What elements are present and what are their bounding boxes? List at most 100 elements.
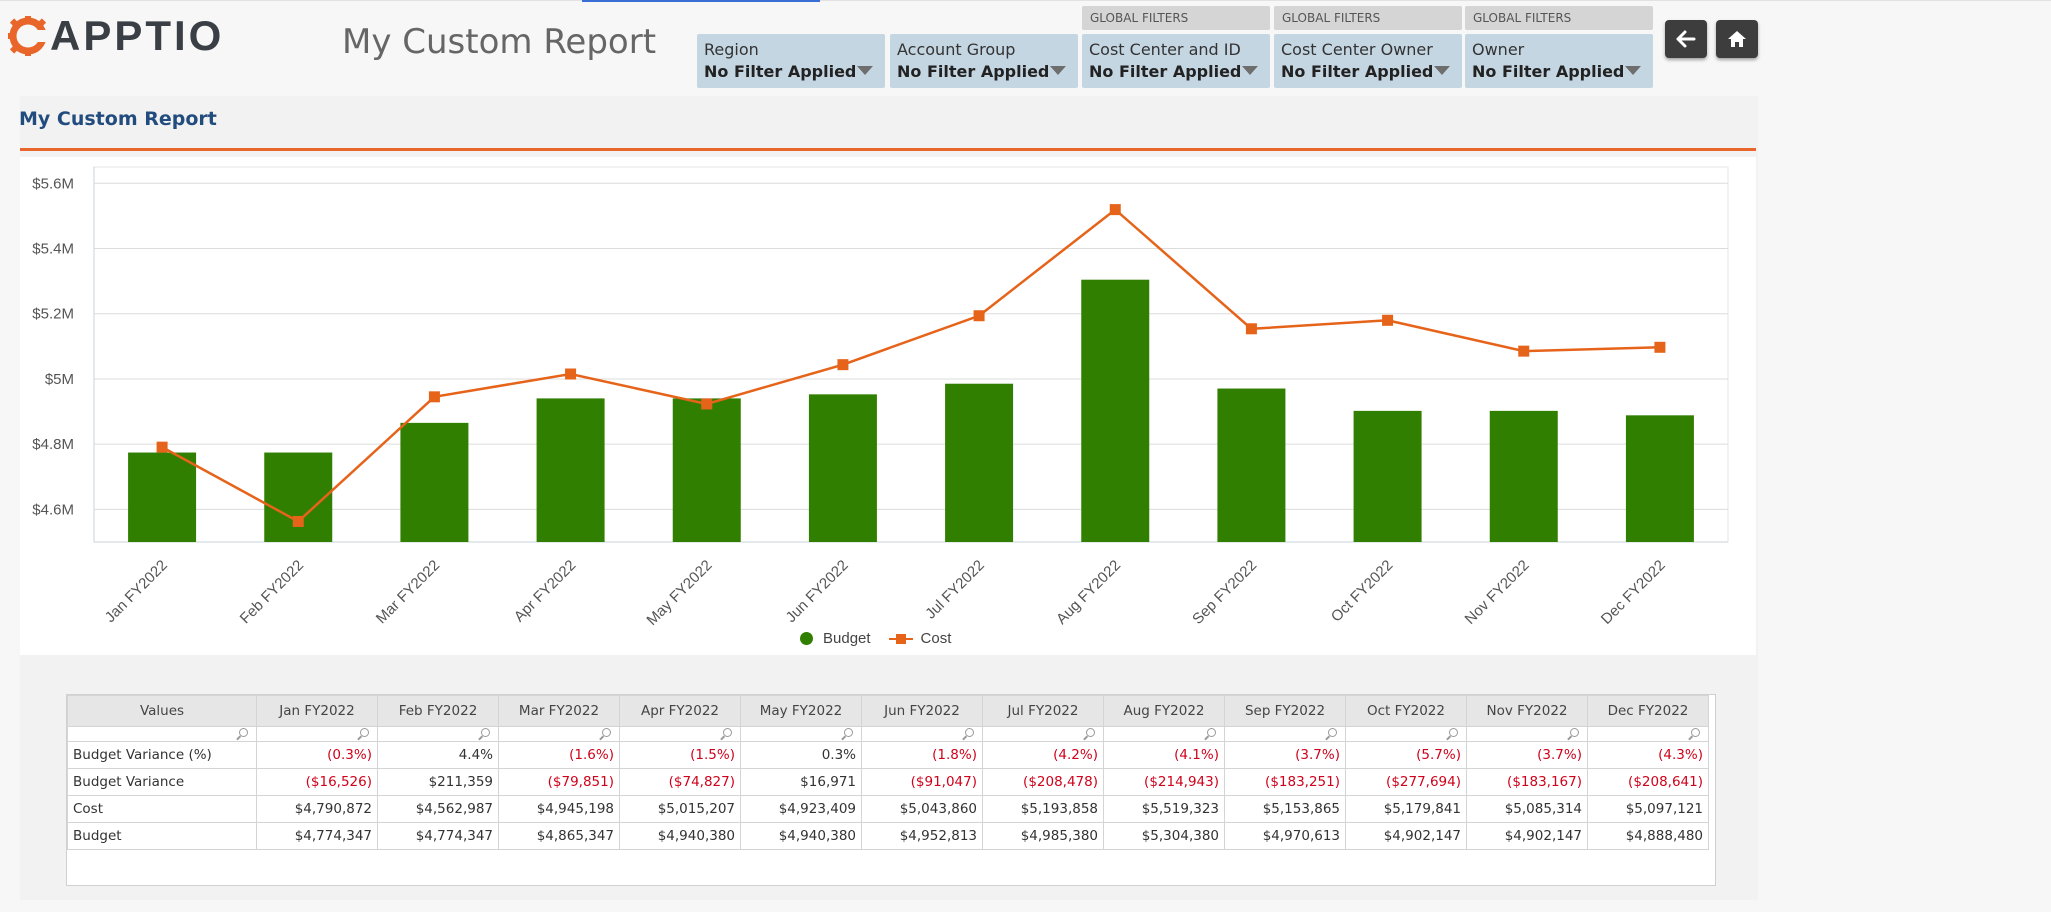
column-header[interactable]: Oct FY2022 (1345, 695, 1467, 727)
search-icon[interactable] (1449, 728, 1458, 737)
filter-value: No Filter Applied (1089, 62, 1242, 81)
column-search-cell[interactable] (1587, 726, 1709, 742)
budget-bar[interactable] (400, 422, 469, 542)
cost-point[interactable] (1245, 323, 1257, 335)
row-label: Budget Variance (%) (67, 741, 257, 769)
budget-bar[interactable] (536, 398, 605, 542)
cost-point[interactable] (701, 398, 713, 410)
column-header[interactable]: Nov FY2022 (1466, 695, 1588, 727)
search-icon[interactable] (1328, 728, 1337, 737)
column-header[interactable]: Jun FY2022 (861, 695, 983, 727)
x-tick-label: Aug FY2022 (1053, 557, 1124, 628)
budget-bar[interactable] (264, 452, 333, 542)
budget-bar[interactable] (672, 398, 741, 542)
chevron-down-icon[interactable] (1050, 66, 1066, 75)
column-search-cell[interactable] (1345, 726, 1467, 742)
budget-bar[interactable] (1489, 410, 1558, 542)
cost-point[interactable] (292, 515, 304, 527)
filter-label: Region (704, 40, 759, 59)
cost-point[interactable] (973, 310, 985, 322)
filter-label: Owner (1472, 40, 1525, 59)
table-row: Budget Variance ($16,526) $211,359 ($79,851… (67, 768, 1709, 796)
column-header[interactable]: Apr FY2022 (619, 695, 741, 727)
table-cell: (3.7%) (1224, 741, 1346, 769)
budget-bar[interactable] (1353, 410, 1422, 542)
column-search-cell[interactable] (67, 726, 257, 742)
column-header[interactable]: Dec FY2022 (1587, 695, 1709, 727)
column-header[interactable]: Values (67, 695, 257, 727)
legend-item-cost[interactable]: Cost (888, 630, 951, 647)
column-header[interactable]: Sep FY2022 (1224, 695, 1346, 727)
budget-bar[interactable] (128, 452, 197, 542)
cost-point[interactable] (428, 391, 440, 403)
home-button[interactable] (1716, 20, 1758, 58)
column-header[interactable]: Jul FY2022 (982, 695, 1104, 727)
table-cell: ($208,478) (982, 768, 1104, 796)
back-button[interactable] (1665, 20, 1707, 58)
chevron-down-icon[interactable] (1625, 66, 1641, 75)
column-search-cell[interactable] (982, 726, 1104, 742)
x-tick-label: Mar FY2022 (373, 557, 443, 627)
search-icon[interactable] (360, 728, 369, 737)
column-header[interactable]: Mar FY2022 (498, 695, 620, 727)
chevron-down-icon[interactable] (1242, 66, 1258, 75)
column-header[interactable]: Feb FY2022 (377, 695, 499, 727)
column-search-cell[interactable] (619, 726, 741, 742)
table-cell: (0.3%) (256, 741, 378, 769)
y-tick-label: $4.6M (32, 501, 74, 518)
budget-bar[interactable] (1217, 388, 1286, 542)
search-icon[interactable] (481, 728, 490, 737)
budget-bar[interactable] (1625, 415, 1694, 542)
column-search-cell[interactable] (377, 726, 499, 742)
search-icon[interactable] (239, 728, 248, 737)
budget-bar[interactable] (808, 394, 877, 542)
cost-point[interactable] (1654, 341, 1666, 353)
table-header-row: Values Jan FY2022 Feb FY2022 Mar FY2022 Apr … (67, 695, 1709, 727)
chevron-down-icon[interactable] (1434, 66, 1450, 75)
column-search-cell[interactable] (861, 726, 983, 742)
legend-budget-marker (800, 632, 813, 645)
search-icon[interactable] (1086, 728, 1095, 737)
filter-region[interactable]: Region No Filter Applied (697, 34, 885, 88)
column-search-cell[interactable] (740, 726, 862, 742)
chevron-down-icon[interactable] (857, 66, 873, 75)
cost-point[interactable] (1109, 204, 1121, 216)
cost-point[interactable] (156, 441, 168, 453)
report-title: My Custom Report (19, 108, 217, 130)
search-icon[interactable] (1570, 728, 1579, 737)
column-search-cell[interactable] (256, 726, 378, 742)
x-tick-label: Jan FY2022 (102, 557, 171, 626)
search-icon[interactable] (1207, 728, 1216, 737)
column-search-cell[interactable] (498, 726, 620, 742)
filter-value: No Filter Applied (704, 62, 857, 81)
budget-bar[interactable] (945, 383, 1014, 542)
cost-point[interactable] (1518, 345, 1530, 357)
column-header[interactable]: Aug FY2022 (1103, 695, 1225, 727)
search-icon[interactable] (965, 728, 974, 737)
filter-account-group[interactable]: Account Group No Filter Applied (890, 34, 1078, 88)
y-tick-label: $5.4M (32, 241, 74, 258)
budget-bar[interactable] (1081, 279, 1150, 542)
column-search-cell[interactable] (1224, 726, 1346, 742)
column-search-cell[interactable] (1103, 726, 1225, 742)
filter-cost-center-owner[interactable]: Cost Center Owner No Filter Applied (1274, 34, 1462, 88)
search-icon[interactable] (602, 728, 611, 737)
search-icon[interactable] (1691, 728, 1700, 737)
legend-item-budget[interactable]: Budget (800, 630, 871, 647)
table-cell: ($74,827) (619, 768, 741, 796)
filter-cost-center-and-id[interactable]: Cost Center and ID No Filter Applied (1082, 34, 1270, 88)
page-title: My Custom Report (342, 22, 657, 62)
apptio-logo[interactable]: APPTIO (8, 14, 224, 58)
column-search-cell[interactable] (1466, 726, 1588, 742)
table-cell: $4,888,480 (1587, 822, 1709, 850)
filter-owner[interactable]: Owner No Filter Applied (1465, 34, 1653, 88)
search-icon[interactable] (844, 728, 853, 737)
column-header[interactable]: Jan FY2022 (256, 695, 378, 727)
cost-point[interactable] (1382, 314, 1394, 326)
column-header[interactable]: May FY2022 (740, 695, 862, 727)
cost-point[interactable] (837, 359, 849, 371)
search-icon[interactable] (723, 728, 732, 737)
chart-legend: Budget Cost (800, 630, 969, 647)
legend-cost-marker (888, 632, 913, 645)
cost-point[interactable] (565, 368, 577, 380)
